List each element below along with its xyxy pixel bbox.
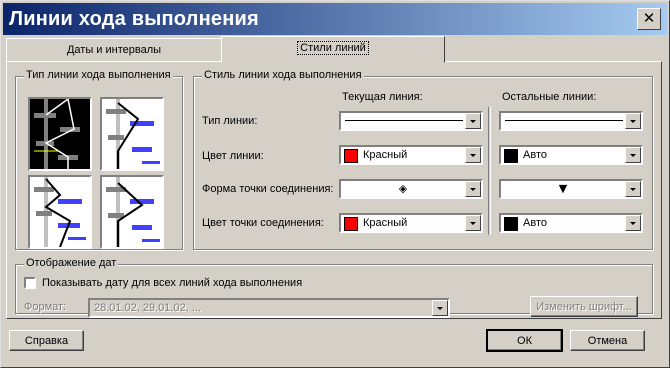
- triangle-down-point-icon: ▼: [558, 182, 568, 195]
- line-style-group-legend: Стиль линии хода выполнения: [202, 69, 364, 81]
- column-divider: [488, 107, 491, 235]
- current-line-header: Текущая линия:: [342, 91, 423, 103]
- tab-panel: Тип линии хода выполнения Стиль линии хо…: [6, 61, 662, 319]
- chevron-down-icon[interactable]: [432, 300, 448, 316]
- current-line-type-select[interactable]: [339, 111, 483, 131]
- line-type-option-1[interactable]: [28, 97, 92, 171]
- line-type-option-3[interactable]: [28, 175, 92, 249]
- line-type-preview-3: [34, 177, 86, 247]
- tab-line-styles[interactable]: Стили линий: [221, 36, 445, 63]
- dialog-window: Линии хода выполнения ✕ Даты и интервалы…: [0, 0, 670, 368]
- help-button[interactable]: Справка: [9, 330, 84, 351]
- line-type-group-legend: Тип линии хода выполнения: [24, 69, 173, 81]
- point-shape-label: Форма точки соединения:: [202, 183, 334, 195]
- line-type-option-4[interactable]: [100, 175, 164, 249]
- current-point-color-value: Красный: [363, 217, 408, 229]
- format-label: Формат:: [24, 301, 67, 313]
- format-select[interactable]: 28.01.02, 29.01.02, ...: [88, 298, 450, 318]
- format-value: 28.01.02, 29.01.02, ...: [94, 302, 202, 314]
- current-line-color-value: Красный: [363, 149, 408, 161]
- chevron-down-icon[interactable]: [465, 113, 481, 129]
- chevron-down-icon[interactable]: [625, 147, 641, 163]
- chevron-down-icon[interactable]: [465, 215, 481, 231]
- change-font-button[interactable]: Изменить шрифт...: [530, 296, 638, 317]
- line-type-preview-2: [106, 99, 160, 169]
- line-type-option-2[interactable]: [100, 97, 164, 171]
- line-type-preview-1: [34, 99, 80, 169]
- line-type-preview-4: [106, 177, 160, 247]
- diamond-point-icon: ◈: [398, 182, 408, 195]
- current-point-shape-select[interactable]: ◈: [339, 179, 483, 199]
- chevron-down-icon[interactable]: [465, 147, 481, 163]
- other-line-color-select[interactable]: Авто: [499, 145, 643, 165]
- current-line-color-swatch: [344, 149, 358, 163]
- chevron-down-icon[interactable]: [465, 181, 481, 197]
- current-point-color-select[interactable]: Красный: [339, 213, 483, 233]
- chevron-down-icon[interactable]: [625, 181, 641, 197]
- show-dates-label[interactable]: Показывать дату для всех линий хода выпо…: [42, 277, 302, 289]
- ok-button[interactable]: ОК: [486, 329, 563, 352]
- line-type-group: Тип линии хода выполнения: [15, 69, 183, 250]
- tab-line-styles-label: Стили линий: [297, 41, 369, 55]
- point-color-label: Цвет точки соединения:: [202, 217, 324, 229]
- other-line-color-value: Авто: [523, 149, 547, 161]
- other-lines-header: Остальные линии:: [502, 91, 597, 103]
- line-style-group: Стиль линии хода выполнения Текущая лини…: [193, 69, 653, 250]
- other-line-color-swatch: [504, 149, 518, 163]
- other-point-color-swatch: [504, 217, 518, 231]
- date-display-group-legend: Отображение дат: [24, 257, 119, 269]
- other-point-shape-select[interactable]: ▼: [499, 179, 643, 199]
- current-point-color-swatch: [344, 217, 358, 231]
- close-button[interactable]: ✕: [637, 8, 661, 30]
- current-line-color-select[interactable]: Красный: [339, 145, 483, 165]
- date-display-group: Отображение дат Показывать дату для всех…: [15, 257, 653, 318]
- title-bar: Линии хода выполнения ✕: [3, 3, 667, 35]
- line-sample: [505, 120, 623, 121]
- cancel-button[interactable]: Отмена: [570, 330, 645, 351]
- chevron-down-icon[interactable]: [625, 215, 641, 231]
- other-line-type-select[interactable]: [499, 111, 643, 131]
- other-point-color-value: Авто: [523, 217, 547, 229]
- other-point-color-select[interactable]: Авто: [499, 213, 643, 233]
- line-sample: [345, 120, 463, 121]
- tab-dates-intervals[interactable]: Даты и интервалы: [6, 38, 222, 62]
- line-type-label: Тип линии:: [202, 115, 258, 127]
- line-color-label: Цвет линии:: [202, 150, 264, 162]
- show-dates-checkbox[interactable]: [24, 277, 36, 289]
- dialog-title: Линии хода выполнения: [9, 8, 259, 30]
- chevron-down-icon[interactable]: [625, 113, 641, 129]
- tab-dates-intervals-label: Даты и интервалы: [66, 44, 162, 56]
